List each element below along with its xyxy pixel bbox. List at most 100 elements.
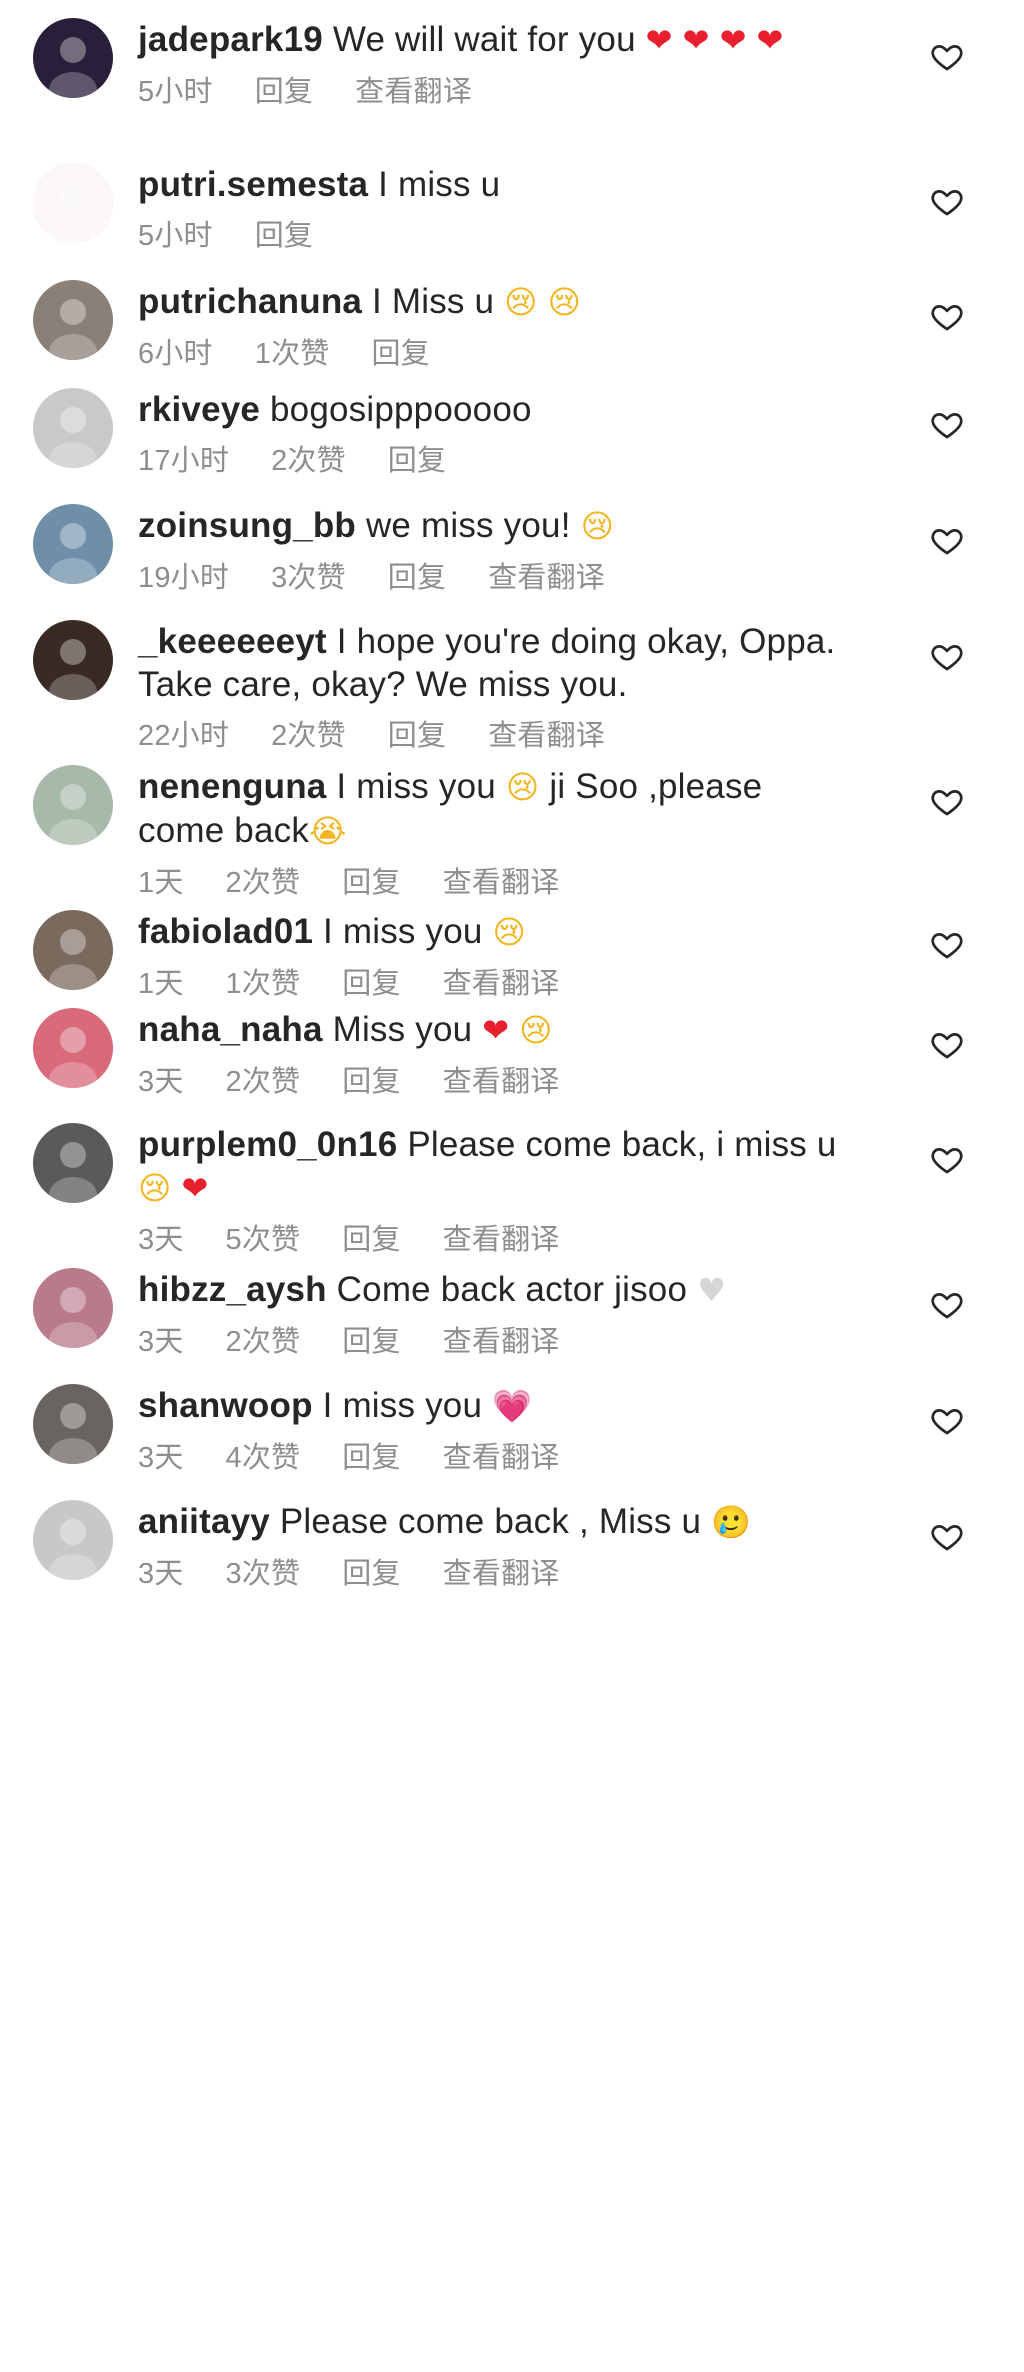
comment-text: I miss you: [323, 912, 483, 951]
comment-meta: 17小时 2次赞 回复: [138, 443, 858, 479]
avatar[interactable]: [33, 163, 113, 243]
heart-icon[interactable]: [930, 524, 964, 558]
see-translation-button[interactable]: 查看翻译: [443, 867, 560, 899]
emoji: ❤: [645, 21, 673, 59]
see-translation-button[interactable]: 查看翻译: [488, 562, 605, 594]
username-link[interactable]: nenenguna: [138, 767, 326, 806]
timestamp: 17小时: [138, 445, 230, 477]
comment-text: I Miss u: [372, 282, 495, 321]
see-translation-button[interactable]: 查看翻译: [443, 968, 560, 1000]
emoji: 😢: [547, 283, 582, 321]
see-translation-button[interactable]: 查看翻译: [443, 1224, 560, 1256]
avatar[interactable]: [33, 910, 113, 990]
likes-count-button[interactable]: 2次赞: [271, 445, 346, 477]
avatar[interactable]: [33, 1384, 113, 1464]
timestamp: 6小时: [138, 338, 213, 370]
emoji: ♥: [697, 1271, 726, 1309]
heart-icon[interactable]: [930, 300, 964, 334]
heart-icon[interactable]: [930, 185, 964, 219]
username-link[interactable]: putrichanuna: [138, 282, 362, 321]
timestamp: 3天: [138, 1442, 184, 1474]
see-translation-button[interactable]: 查看翻译: [443, 1326, 560, 1358]
timestamp: 19小时: [138, 562, 230, 594]
comment-body: _keeeeeeyt I hope you're doing okay, Opp…: [138, 620, 858, 754]
reply-button[interactable]: 回复: [342, 1224, 400, 1256]
username-link[interactable]: purplem0_0n16: [138, 1125, 397, 1164]
reply-button[interactable]: 回复: [342, 1442, 400, 1474]
reply-button[interactable]: 回复: [388, 720, 446, 752]
reply-button[interactable]: 回复: [342, 968, 400, 1000]
reply-button[interactable]: 回复: [388, 445, 446, 477]
likes-count-button[interactable]: 2次赞: [226, 1066, 301, 1098]
username-link[interactable]: aniitayy: [138, 1502, 270, 1541]
avatar[interactable]: [33, 504, 113, 584]
username-link[interactable]: _keeeeeeyt: [138, 622, 327, 661]
username-link[interactable]: hibzz_aysh: [138, 1270, 327, 1309]
emoji: 😢: [505, 768, 540, 806]
likes-count-button[interactable]: 4次赞: [226, 1442, 301, 1474]
comment-body: shanwoop I miss you 💗 3天 4次赞 回复 查看翻译: [138, 1384, 858, 1476]
heart-icon[interactable]: [930, 1520, 964, 1554]
avatar[interactable]: [33, 1008, 113, 1088]
see-translation-button[interactable]: 查看翻译: [443, 1558, 560, 1590]
comment-body: rkiveye bogosipppooooo 17小时 2次赞 回复: [138, 388, 858, 479]
likes-count-button[interactable]: 2次赞: [226, 867, 301, 899]
avatar[interactable]: [33, 18, 113, 98]
heart-icon[interactable]: [930, 785, 964, 819]
reply-button[interactable]: 回复: [342, 867, 400, 899]
see-translation-button[interactable]: 查看翻译: [443, 1066, 560, 1098]
reply-button[interactable]: 回复: [342, 1326, 400, 1358]
avatar[interactable]: [33, 765, 113, 845]
reply-button[interactable]: 回复: [255, 76, 313, 108]
heart-icon[interactable]: [930, 1288, 964, 1322]
avatar[interactable]: [33, 280, 113, 360]
username-link[interactable]: naha_naha: [138, 1010, 323, 1049]
reply-button[interactable]: 回复: [255, 220, 313, 252]
avatar[interactable]: [33, 1500, 113, 1580]
reply-button[interactable]: 回复: [388, 562, 446, 594]
likes-count-button[interactable]: 5次赞: [226, 1224, 301, 1256]
comment-meta: 1天 1次赞 回复 查看翻译: [138, 966, 858, 1002]
comment-meta: 5小时 回复 查看翻译: [138, 74, 858, 110]
reply-button[interactable]: 回复: [371, 338, 429, 370]
see-translation-button[interactable]: 查看翻译: [488, 720, 605, 752]
heart-icon[interactable]: [930, 40, 964, 74]
comment-meta: 3天 5次赞 回复 查看翻译: [138, 1222, 858, 1258]
reply-button[interactable]: 回复: [342, 1066, 400, 1098]
likes-count-button[interactable]: 3次赞: [271, 562, 346, 594]
username-link[interactable]: zoinsung_bb: [138, 506, 356, 545]
likes-count-button[interactable]: 3次赞: [226, 1558, 301, 1590]
heart-icon[interactable]: [930, 640, 964, 674]
timestamp: 5小时: [138, 76, 213, 108]
heart-icon[interactable]: [930, 1143, 964, 1177]
username-link[interactable]: putri.semesta: [138, 165, 368, 204]
avatar[interactable]: [33, 1123, 113, 1203]
username-link[interactable]: shanwoop: [138, 1386, 313, 1425]
comment-text: bogosipppooooo: [270, 390, 532, 429]
reply-button[interactable]: 回复: [342, 1558, 400, 1590]
username-link[interactable]: fabiolad01: [138, 912, 313, 951]
likes-count-button[interactable]: 1次赞: [226, 968, 301, 1000]
avatar[interactable]: [33, 620, 113, 700]
timestamp: 1天: [138, 968, 184, 1000]
avatar[interactable]: [33, 1268, 113, 1348]
username-link[interactable]: jadepark19: [138, 20, 323, 59]
heart-icon[interactable]: [930, 408, 964, 442]
emoji: 💗: [492, 1387, 533, 1425]
likes-count-button[interactable]: 2次赞: [226, 1326, 301, 1358]
see-translation-button[interactable]: 查看翻译: [443, 1442, 560, 1474]
heart-icon[interactable]: [930, 928, 964, 962]
likes-count-button[interactable]: 1次赞: [255, 338, 330, 370]
emoji: 😭: [309, 812, 347, 850]
comment-meta: 3天 3次赞 回复 查看翻译: [138, 1556, 858, 1592]
heart-icon[interactable]: [930, 1404, 964, 1438]
username-link[interactable]: rkiveye: [138, 390, 260, 429]
emoji: 🥲: [711, 1503, 752, 1541]
see-translation-button[interactable]: 查看翻译: [355, 76, 472, 108]
likes-count-button[interactable]: 2次赞: [271, 720, 346, 752]
comment-meta: 6小时 1次赞 回复: [138, 336, 858, 372]
heart-icon[interactable]: [930, 1028, 964, 1062]
avatar[interactable]: [33, 388, 113, 468]
emoji: ❤: [682, 21, 710, 59]
comment-body: naha_naha Miss you ❤ 😢 3天 2次赞 回复 查看翻译: [138, 1008, 858, 1100]
